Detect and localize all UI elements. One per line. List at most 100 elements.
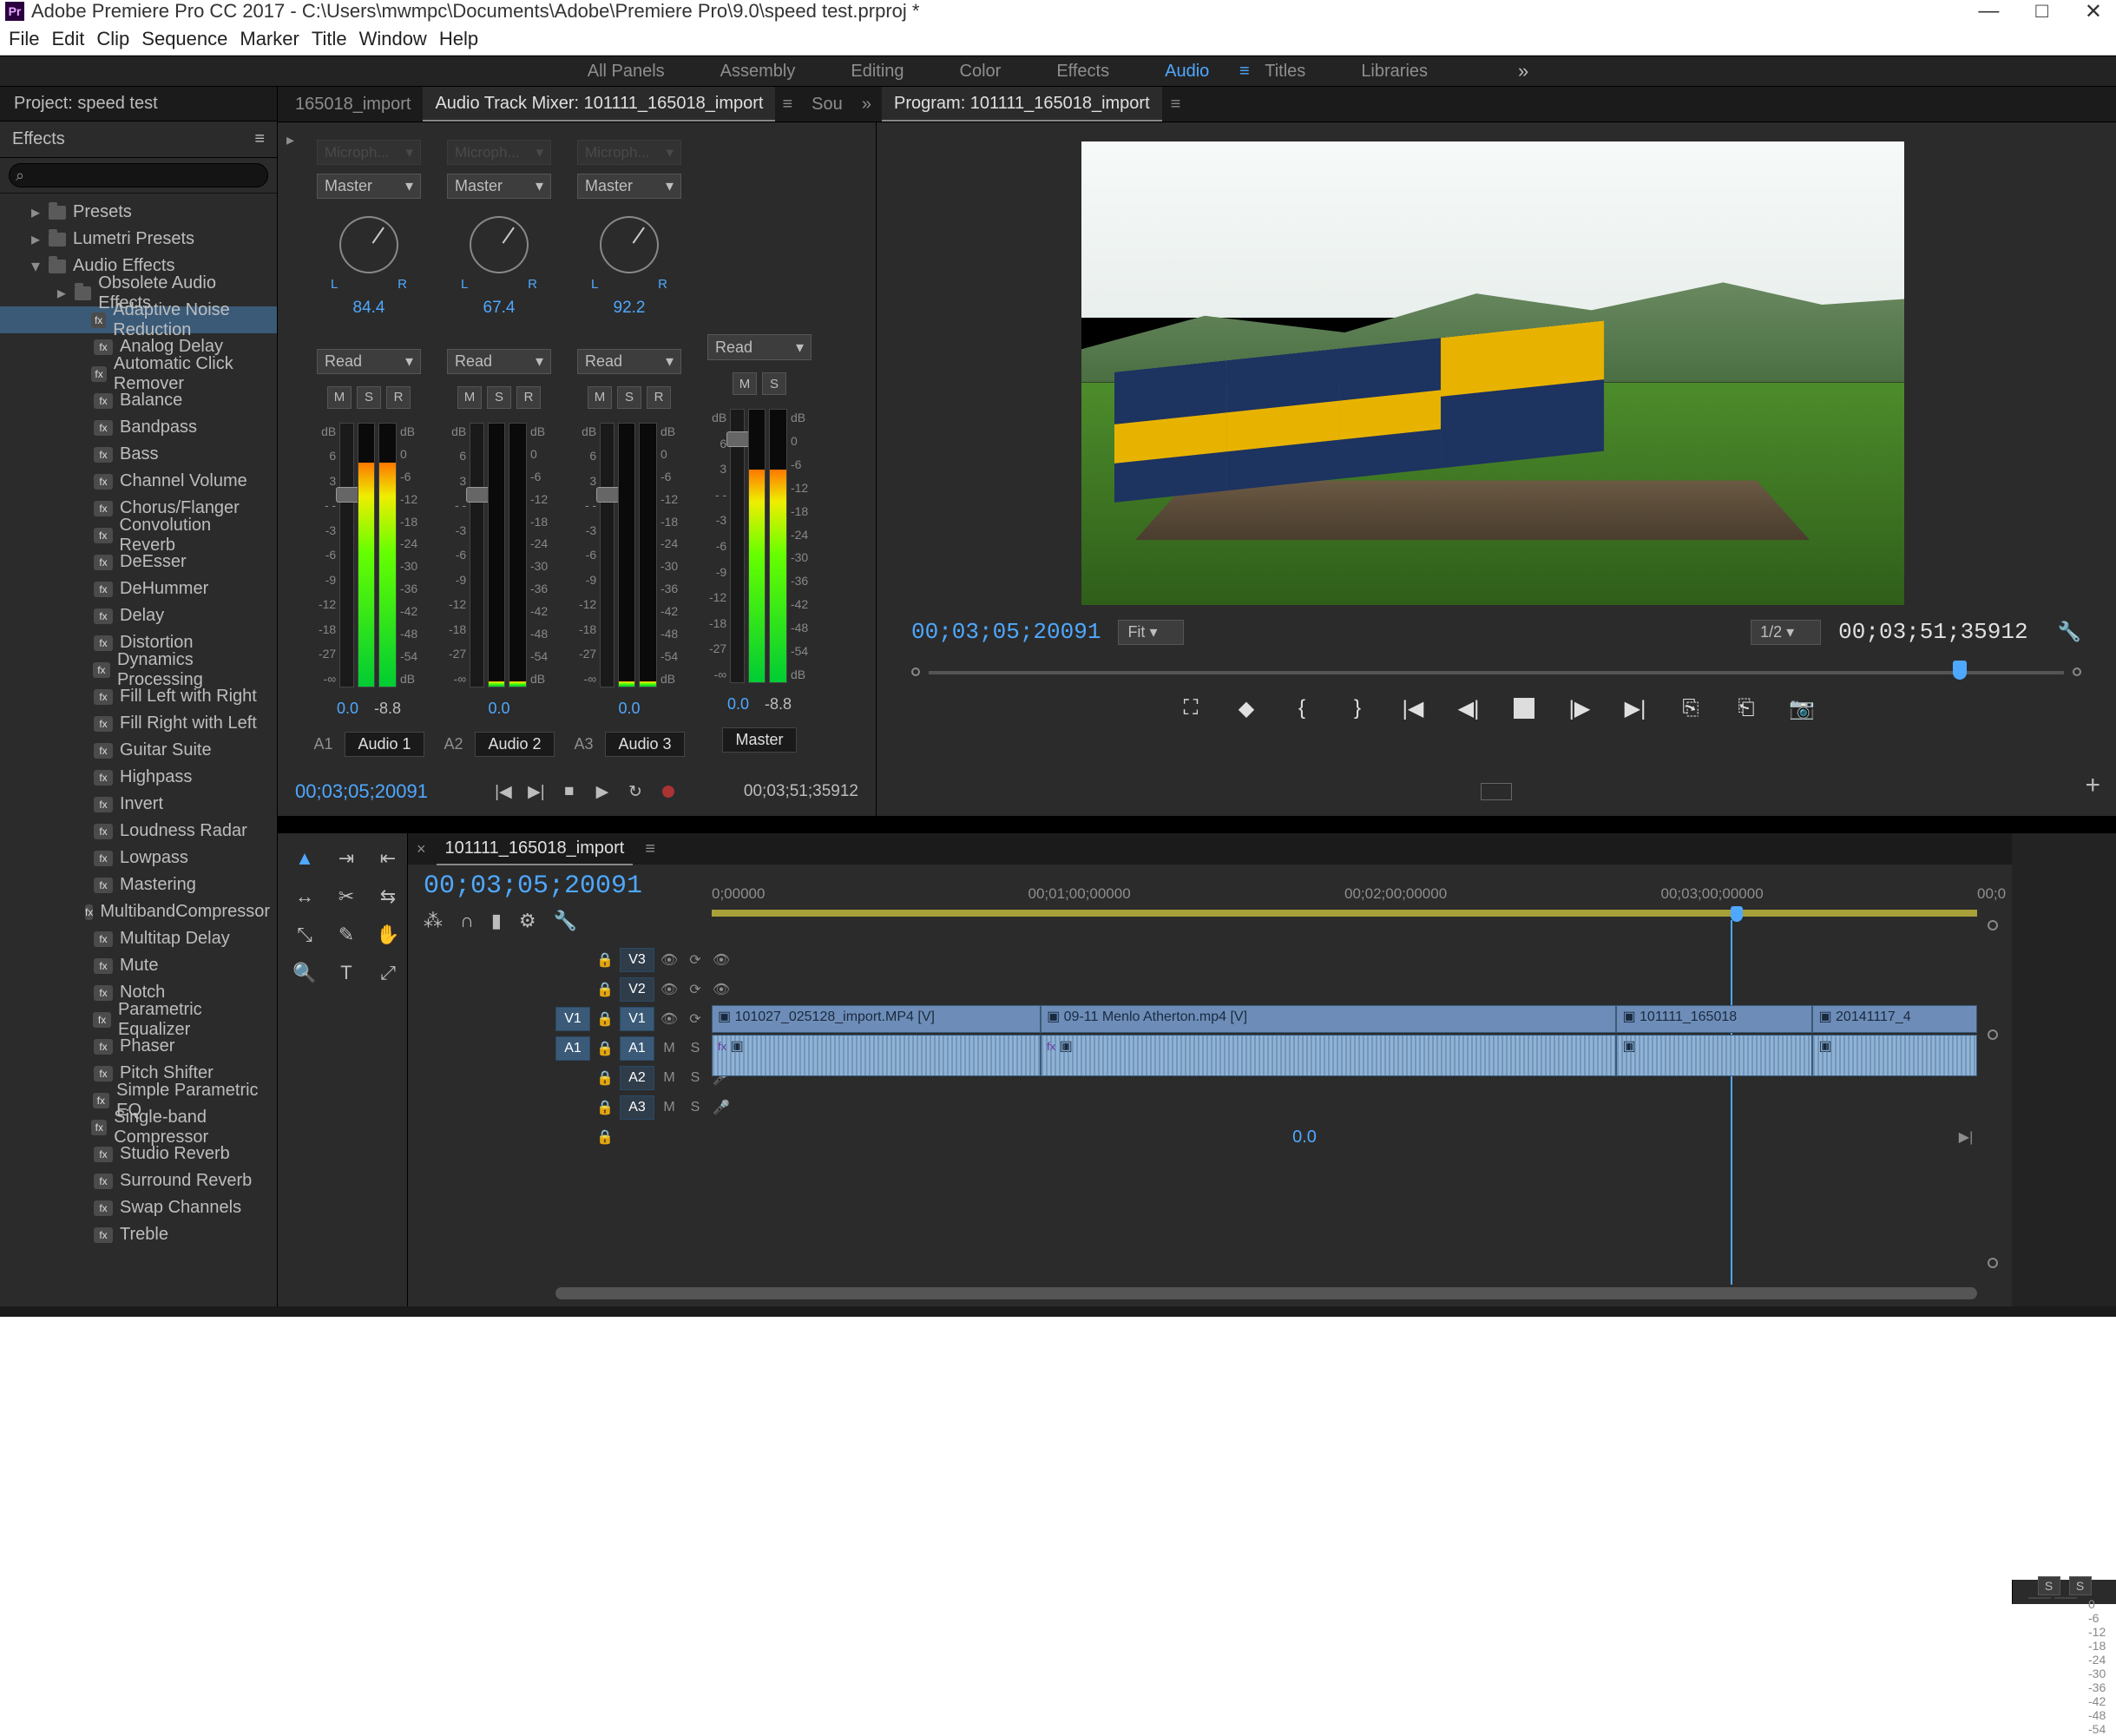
- goto-in-button[interactable]: |◀: [1400, 695, 1426, 721]
- automation-mode-select[interactable]: Read▾: [577, 349, 681, 374]
- step-back-button[interactable]: ◀|: [1456, 695, 1482, 721]
- rolling-edit-tool[interactable]: ⇤: [368, 840, 408, 877]
- menu-help[interactable]: Help: [439, 28, 478, 50]
- effect-single-band-compressor[interactable]: fxSingle-band Compressor: [0, 1114, 277, 1141]
- twist-icon[interactable]: ▸: [30, 228, 42, 250]
- effect-mute[interactable]: fxMute: [0, 952, 277, 979]
- video-clip[interactable]: ▣ 20141117_4: [1812, 1005, 1977, 1033]
- menu-file[interactable]: File: [9, 28, 39, 50]
- window-minimize-button[interactable]: —: [1978, 0, 1999, 24]
- add-button-icon[interactable]: +: [2085, 771, 2100, 800]
- project-tab[interactable]: Project: speed test: [0, 87, 172, 121]
- snap-toggle-icon[interactable]: ⁂: [424, 910, 443, 932]
- mark-in-button[interactable]: {: [1289, 695, 1315, 721]
- program-panel-menu-icon[interactable]: ≡: [1171, 95, 1181, 115]
- tab-program-monitor[interactable]: Program: 101111_165018_import: [882, 87, 1162, 122]
- toggle-output-icon[interactable]: 👁: [658, 948, 680, 972]
- lock-icon[interactable]: 🔒: [594, 981, 616, 998]
- rate-stretch-tool[interactable]: ↔: [285, 878, 325, 915]
- track-target-a1[interactable]: A1: [620, 1036, 654, 1061]
- gain-value[interactable]: 0.0: [488, 700, 509, 718]
- pan-value[interactable]: 92.2: [614, 299, 646, 318]
- effect-adaptive-noise-reduction[interactable]: fxAdaptive Noise Reduction: [0, 306, 277, 333]
- effect-bass[interactable]: fxBass: [0, 441, 277, 468]
- timeline-vscroll-bot[interactable]: [1988, 1258, 1998, 1268]
- menu-edit[interactable]: Edit: [51, 28, 84, 50]
- channel-output-select[interactable]: Master▾: [577, 174, 681, 199]
- channel-name[interactable]: Audio 1: [345, 732, 424, 757]
- effect-multibandcompressor[interactable]: fxMultibandCompressor: [0, 898, 277, 925]
- toggle-output-icon[interactable]: 👁: [658, 1007, 680, 1031]
- effect-surround-reverb[interactable]: fxSurround Reverb: [0, 1167, 277, 1194]
- workspace-color[interactable]: Color: [960, 62, 1002, 82]
- record-arm-button[interactable]: R: [516, 386, 541, 409]
- audio-clip[interactable]: fx ▣: [712, 1035, 1041, 1076]
- timeline-settings-icon[interactable]: ⚙: [519, 910, 536, 932]
- effect-loudness-radar[interactable]: fxLoudness Radar: [0, 818, 277, 845]
- audio-clip[interactable]: fx ▣: [1041, 1035, 1616, 1076]
- channel-name[interactable]: Audio 3: [605, 732, 684, 757]
- toggle-output-icon[interactable]: M: [658, 1066, 680, 1090]
- panel-menu-icon[interactable]: ≡: [782, 95, 792, 115]
- type-tool[interactable]: T: [326, 955, 366, 991]
- sync-lock-icon[interactable]: ⟳: [684, 1007, 706, 1031]
- timeline-panel-menu-icon[interactable]: ≡: [645, 839, 655, 859]
- effects-tree[interactable]: ▸Presets▸Lumetri Presets▾Audio Effects▸O…: [0, 194, 277, 1306]
- effect-fill-left-with-right[interactable]: fxFill Left with Right: [0, 683, 277, 710]
- extract-button[interactable]: ⎗: [1733, 695, 1759, 721]
- add-marker-icon[interactable]: ▮: [491, 910, 502, 932]
- menu-clip[interactable]: Clip: [96, 28, 129, 50]
- gain-value[interactable]: 0.0: [337, 700, 358, 718]
- timeline-timecode[interactable]: 00;03;05;20091: [424, 871, 642, 901]
- program-playhead[interactable]: [1953, 661, 1967, 680]
- workspace-libraries[interactable]: Libraries: [1361, 62, 1428, 82]
- effect-channel-volume[interactable]: fxChannel Volume: [0, 468, 277, 495]
- menu-sequence[interactable]: Sequence: [141, 28, 227, 50]
- effect-convolution-reverb[interactable]: fxConvolution Reverb: [0, 522, 277, 549]
- video-clip[interactable]: ▣ 101027_025128_import.MP4 [V]: [712, 1005, 1041, 1033]
- playback-resolution-select[interactable]: 1/2 ▾: [1751, 620, 1821, 645]
- lift-button[interactable]: ⎘: [1678, 695, 1704, 721]
- twist-icon[interactable]: ▸: [30, 201, 42, 223]
- toggle-output-icon[interactable]: 👁: [658, 977, 680, 1002]
- video-clip[interactable]: ▣ 09-11 Menlo Atherton.mp4 [V]: [1041, 1005, 1616, 1033]
- track-target-v2[interactable]: V2: [620, 977, 654, 1002]
- effect-fill-right-with-left[interactable]: fxFill Right with Left: [0, 710, 277, 737]
- channel-name[interactable]: Master: [722, 727, 796, 753]
- timeline-vscroll-mid[interactable]: [1988, 1029, 1998, 1040]
- ripple-edit-tool[interactable]: ⇥: [326, 840, 366, 877]
- tab-audio-track-mixer[interactable]: Audio Track Mixer: 101111_165018_import: [423, 87, 775, 122]
- workspace-overflow-icon[interactable]: »: [1518, 60, 1528, 82]
- gain-value[interactable]: 0.0: [618, 700, 640, 718]
- volume-fader[interactable]: [600, 423, 614, 687]
- step-forward-button[interactable]: |▶: [1567, 695, 1593, 721]
- workspace-effects[interactable]: Effects: [1056, 62, 1109, 82]
- tab-165018-import[interactable]: 165018_import: [283, 87, 423, 122]
- folder-presets[interactable]: ▸Presets: [0, 199, 277, 226]
- program-timecode[interactable]: 00;03;05;20091: [911, 619, 1101, 645]
- solo-left-button[interactable]: S: [2038, 1576, 2060, 1595]
- record-arm-button[interactable]: R: [647, 386, 671, 409]
- mixer-expand-toggle[interactable]: ▸: [286, 131, 294, 149]
- zoom-fit-select[interactable]: Fit ▾: [1118, 620, 1184, 645]
- zoom-tool[interactable]: 🔍: [285, 955, 325, 991]
- toggle-output-icon[interactable]: M: [658, 1036, 680, 1061]
- solo-button[interactable]: S: [762, 372, 786, 395]
- solo-button[interactable]: S: [357, 386, 381, 409]
- effect-lowpass[interactable]: fxLowpass: [0, 845, 277, 871]
- volume-fader[interactable]: [339, 423, 354, 687]
- channel-output-select[interactable]: Master▾: [317, 174, 421, 199]
- solo-right-button[interactable]: S: [2069, 1576, 2092, 1595]
- mute-button[interactable]: M: [457, 386, 482, 409]
- solo-track-icon[interactable]: S: [684, 1095, 706, 1120]
- menu-window[interactable]: Window: [359, 28, 427, 50]
- sync-lock-icon[interactable]: ⟳: [684, 948, 706, 972]
- record-arm-button[interactable]: R: [386, 386, 411, 409]
- timeline-ruler[interactable]: 0;0000000;01;00;0000000;02;00;0000000;03…: [712, 885, 1977, 920]
- pan-value[interactable]: 84.4: [353, 299, 385, 318]
- effect-swap-channels[interactable]: fxSwap Channels: [0, 1194, 277, 1221]
- solo-track-icon[interactable]: S: [684, 1066, 706, 1090]
- effect-treble[interactable]: fxTreble: [0, 1221, 277, 1248]
- workspace-all-panels[interactable]: All Panels: [588, 62, 665, 82]
- automation-mode-select[interactable]: Read▾: [317, 349, 421, 374]
